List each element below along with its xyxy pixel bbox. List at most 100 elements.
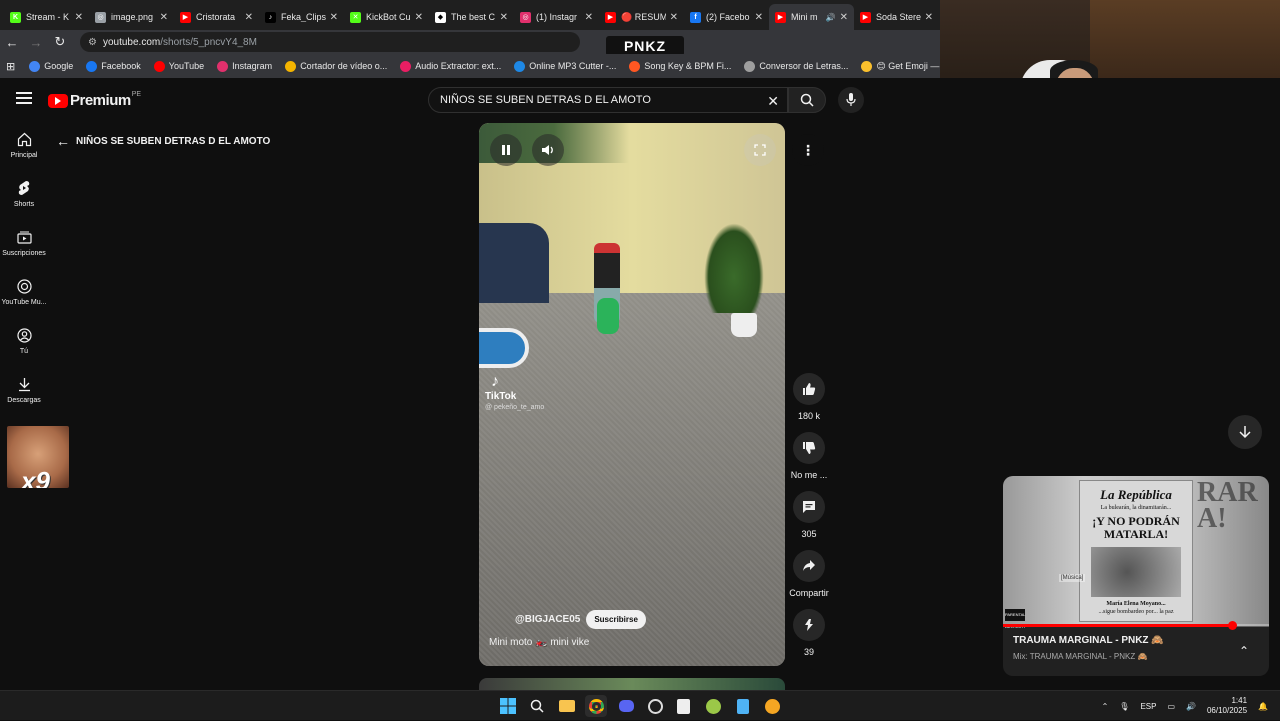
browser-tab[interactable]: ◎ image.png ✕ bbox=[89, 4, 174, 30]
miniplayer-thumbnail[interactable]: RAR A! La República La bulearán, la dina… bbox=[1003, 476, 1269, 629]
browser-tab[interactable]: ✕ KickBot Cu ✕ bbox=[344, 4, 429, 30]
subscribe-button[interactable]: Suscribirse bbox=[586, 610, 646, 629]
bookmark-favicon-icon bbox=[86, 60, 98, 72]
voice-search-button[interactable] bbox=[838, 87, 864, 113]
comments-button[interactable]: 305 bbox=[786, 491, 832, 539]
browser-tab[interactable]: ◆ The best C ✕ bbox=[429, 4, 514, 30]
bookmark-item[interactable]: YouTube bbox=[153, 60, 204, 72]
tab-favicon-icon: ▶ bbox=[180, 11, 191, 23]
bookmark-item[interactable]: 😊 Get Emoji — All... bbox=[861, 60, 940, 72]
tab-label: KickBot Cu bbox=[366, 12, 411, 22]
back-icon[interactable]: ← bbox=[0, 30, 24, 54]
sidebar-item-download[interactable]: Descargas bbox=[0, 376, 48, 404]
notepad-icon[interactable] bbox=[732, 695, 754, 717]
next-short-preview[interactable] bbox=[479, 678, 785, 690]
bookmark-item[interactable]: Online MP3 Cutter -... bbox=[514, 60, 616, 72]
close-tab-icon[interactable]: ✕ bbox=[670, 12, 678, 23]
xbox-icon[interactable] bbox=[702, 695, 724, 717]
close-tab-icon[interactable]: ✕ bbox=[75, 12, 83, 23]
search-input[interactable]: NIÑOS SE SUBEN DETRAS D EL AMOTO ✕ bbox=[428, 87, 788, 113]
chevron-up-icon[interactable]: ⌃ bbox=[1102, 702, 1109, 711]
start-button[interactable] bbox=[497, 695, 519, 717]
obs-icon[interactable] bbox=[644, 695, 666, 717]
search-query: NIÑOS SE SUBEN DETRAS D EL AMOTO bbox=[440, 94, 651, 106]
browser-tab[interactable]: ▶ Mini m 🔊 ✕ bbox=[769, 4, 854, 30]
volume-icon[interactable]: 🔊 bbox=[1186, 702, 1196, 711]
close-tab-icon[interactable]: ✕ bbox=[330, 12, 338, 23]
close-tab-icon[interactable]: ✕ bbox=[245, 12, 253, 23]
back-to-results[interactable]: ← NIÑOS SE SUBEN DETRAS D EL AMOTO bbox=[56, 133, 270, 149]
close-tab-icon[interactable]: ✕ bbox=[585, 12, 593, 23]
apps-grid-icon[interactable]: ⊞ bbox=[6, 60, 15, 73]
newspaper-image: La República La bulearán, la dinamitarán… bbox=[1079, 480, 1193, 622]
dislike-button[interactable]: No me ... bbox=[786, 432, 832, 480]
site-info-icon[interactable]: ⚙ bbox=[88, 37, 97, 48]
share-button[interactable]: Compartir bbox=[786, 550, 832, 598]
discord-icon[interactable] bbox=[615, 695, 637, 717]
sidebar-item-subscriptions[interactable]: Suscripciones bbox=[0, 229, 48, 257]
volume-button[interactable] bbox=[532, 134, 564, 166]
sidebar-item-shorts[interactable]: Shorts bbox=[0, 180, 48, 208]
more-vert-icon: ⋮ bbox=[801, 142, 815, 158]
language-indicator[interactable]: ESP bbox=[1140, 702, 1156, 711]
miniplayer[interactable]: RAR A! La República La bulearán, la dina… bbox=[1003, 476, 1269, 676]
network-icon[interactable]: ▭ bbox=[1167, 702, 1175, 711]
menu-icon[interactable] bbox=[16, 92, 32, 106]
like-button[interactable]: 180 k bbox=[786, 373, 832, 421]
url-field[interactable]: ⚙ youtube.com/shorts/5_pncvY4_8M bbox=[80, 32, 580, 52]
file-explorer-icon[interactable] bbox=[556, 695, 578, 717]
tab-audio-icon[interactable]: 🔊 bbox=[826, 13, 836, 22]
remix-button[interactable]: 39 bbox=[786, 609, 832, 657]
sidebar-item-music[interactable]: YouTube Mu... bbox=[0, 278, 48, 306]
bookmark-item[interactable]: Conversor de Letras... bbox=[744, 60, 848, 72]
sidebar-item-you[interactable]: Tú bbox=[0, 327, 48, 355]
short-video-player[interactable]: ♪ TikTok @ pekeño_te_amo @BIGJACE05 Susc… bbox=[479, 123, 785, 666]
more-options-button[interactable]: ⋮ bbox=[792, 134, 824, 166]
chrome-icon[interactable] bbox=[585, 695, 607, 717]
search-icon bbox=[800, 93, 814, 107]
app-icon[interactable] bbox=[672, 695, 694, 717]
browser-tab[interactable]: ▶ Soda Stere ✕ bbox=[854, 4, 939, 30]
bookmark-item[interactable]: Google bbox=[29, 60, 73, 72]
close-tab-icon[interactable]: ✕ bbox=[840, 12, 848, 23]
close-tab-icon[interactable]: ✕ bbox=[415, 12, 423, 23]
pause-button[interactable] bbox=[490, 134, 522, 166]
notification-bell-icon[interactable]: 🔔 bbox=[1258, 702, 1268, 711]
reload-icon[interactable]: ↻ bbox=[48, 30, 72, 54]
chevron-up-icon[interactable]: ⌃ bbox=[1239, 644, 1249, 658]
clear-search-icon[interactable]: ✕ bbox=[767, 93, 779, 110]
miniplayer-progress[interactable] bbox=[1003, 621, 1269, 630]
close-tab-icon[interactable]: ✕ bbox=[925, 12, 933, 23]
browser-tab[interactable]: ◎ (1) Instagr ✕ bbox=[514, 4, 599, 30]
browser-tab[interactable]: ♪ Feka_Clips ✕ bbox=[259, 4, 344, 30]
sidebar-item-home[interactable]: Principal bbox=[0, 131, 48, 159]
close-tab-icon[interactable]: ✕ bbox=[160, 12, 168, 23]
taskbar-search-button[interactable] bbox=[526, 695, 548, 717]
bookmark-item[interactable]: Facebook bbox=[86, 60, 141, 72]
address-bar-row: ← → ↻ ⚙ youtube.com/shorts/5_pncvY4_8M bbox=[0, 30, 940, 54]
media-player-icon[interactable] bbox=[761, 695, 783, 717]
forward-icon[interactable]: → bbox=[24, 30, 48, 54]
bookmark-item[interactable]: Instagram bbox=[217, 60, 272, 72]
youtube-logo[interactable]: Premium PE bbox=[48, 91, 141, 109]
clock[interactable]: 1:41 06/10/2025 bbox=[1207, 696, 1247, 716]
bookmark-item[interactable]: Cortador de vídeo o... bbox=[285, 60, 387, 72]
channel-name[interactable]: @BIGJACE05 bbox=[515, 614, 580, 625]
browser-tab[interactable]: f (2) Facebo ✕ bbox=[684, 4, 769, 30]
miniplayer-title[interactable]: TRAUMA MARGINAL - PNKZ 🙈 bbox=[1013, 635, 1164, 646]
tiktok-user: @ pekeño_te_amo bbox=[485, 404, 545, 411]
fullscreen-button[interactable] bbox=[744, 134, 776, 166]
progress-knob[interactable] bbox=[1227, 621, 1237, 630]
bookmark-item[interactable]: Song Key & BPM Fi... bbox=[629, 60, 731, 72]
browser-tab[interactable]: ▶ 🔴 RESUM ✕ bbox=[599, 4, 684, 30]
sidebar-item-label: Principal bbox=[10, 152, 38, 159]
bookmark-item[interactable]: Audio Extractor: ext... bbox=[400, 60, 501, 72]
browser-tab[interactable]: K Stream - K ✕ bbox=[4, 4, 89, 30]
close-tab-icon[interactable]: ✕ bbox=[500, 12, 508, 23]
close-tab-icon[interactable]: ✕ bbox=[755, 12, 763, 23]
thumbs-down-icon bbox=[803, 442, 816, 454]
search-button[interactable] bbox=[788, 87, 826, 113]
next-video-button[interactable] bbox=[1228, 415, 1262, 449]
microphone-icon[interactable]: 🎙 bbox=[1119, 702, 1129, 711]
browser-tab[interactable]: ▶ Cristorata ✕ bbox=[174, 4, 259, 30]
